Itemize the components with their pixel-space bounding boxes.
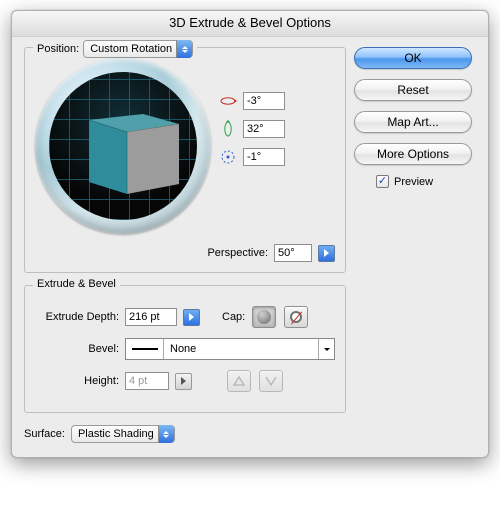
- extrude-depth-label: Extrude Depth:: [35, 311, 119, 323]
- bevel-swatch-icon: [126, 339, 164, 359]
- more-options-button[interactable]: More Options: [354, 143, 472, 165]
- cap-hollow-icon: [290, 311, 302, 323]
- bevel-in-icon: [232, 374, 246, 388]
- rotate-z-icon: [219, 148, 237, 166]
- updown-arrows-icon: [176, 40, 192, 58]
- map-art-button[interactable]: Map Art...: [354, 111, 472, 133]
- position-preset-value: Custom Rotation: [90, 43, 172, 55]
- bevel-label: Bevel:: [35, 343, 119, 355]
- height-label: Height:: [35, 375, 119, 387]
- rotate-x-icon: [219, 92, 237, 110]
- extrude-legend: Extrude & Bevel: [37, 278, 116, 290]
- cap-label: Cap:: [222, 311, 245, 323]
- bevel-extent-in-button: [227, 370, 251, 392]
- group-extrude-bevel: Extrude & Bevel Extrude Depth: Cap: Beve…: [24, 285, 346, 413]
- rotate-y-input[interactable]: [243, 120, 285, 138]
- dialog-title: 3D Extrude & Bevel Options: [12, 11, 488, 37]
- surface-dropdown[interactable]: Plastic Shading: [71, 425, 175, 443]
- cap-off-button[interactable]: [284, 306, 308, 328]
- height-flyout-button: [175, 373, 192, 390]
- preview-checkbox[interactable]: ✓: [376, 175, 389, 188]
- bevel-extent-out-button: [259, 370, 283, 392]
- cap-solid-icon: [257, 310, 271, 324]
- height-input: [125, 372, 169, 390]
- bevel-out-icon: [264, 374, 278, 388]
- checkmark-icon: ✓: [378, 176, 387, 187]
- perspective-input[interactable]: [274, 244, 312, 262]
- updown-arrows-icon: [158, 425, 174, 443]
- extrude-depth-flyout-button[interactable]: [183, 309, 200, 326]
- position-preset-dropdown[interactable]: Custom Rotation: [83, 40, 193, 58]
- ok-button[interactable]: OK: [354, 47, 472, 69]
- chevron-down-icon: [318, 339, 334, 359]
- group-position: Position: Custom Rotation: [24, 47, 346, 273]
- dialog-3d-extrude-bevel: 3D Extrude & Bevel Options Position: Cus…: [11, 10, 489, 458]
- bevel-dropdown[interactable]: None: [125, 338, 335, 360]
- position-legend: Position:: [37, 43, 79, 55]
- cap-on-button[interactable]: [252, 306, 276, 328]
- surface-value: Plastic Shading: [78, 428, 154, 440]
- cube-preview: [83, 108, 183, 198]
- rotation-trackball[interactable]: [35, 58, 211, 234]
- rotate-y-icon: [219, 120, 237, 138]
- rotate-x-input[interactable]: [243, 92, 285, 110]
- bevel-value: None: [164, 343, 318, 355]
- extrude-depth-input[interactable]: [125, 308, 177, 326]
- perspective-label: Perspective:: [207, 247, 268, 259]
- reset-button[interactable]: Reset: [354, 79, 472, 101]
- rotate-z-input[interactable]: [243, 148, 285, 166]
- perspective-flyout-button[interactable]: [318, 245, 335, 262]
- surface-label: Surface:: [24, 428, 65, 440]
- preview-label: Preview: [394, 176, 433, 188]
